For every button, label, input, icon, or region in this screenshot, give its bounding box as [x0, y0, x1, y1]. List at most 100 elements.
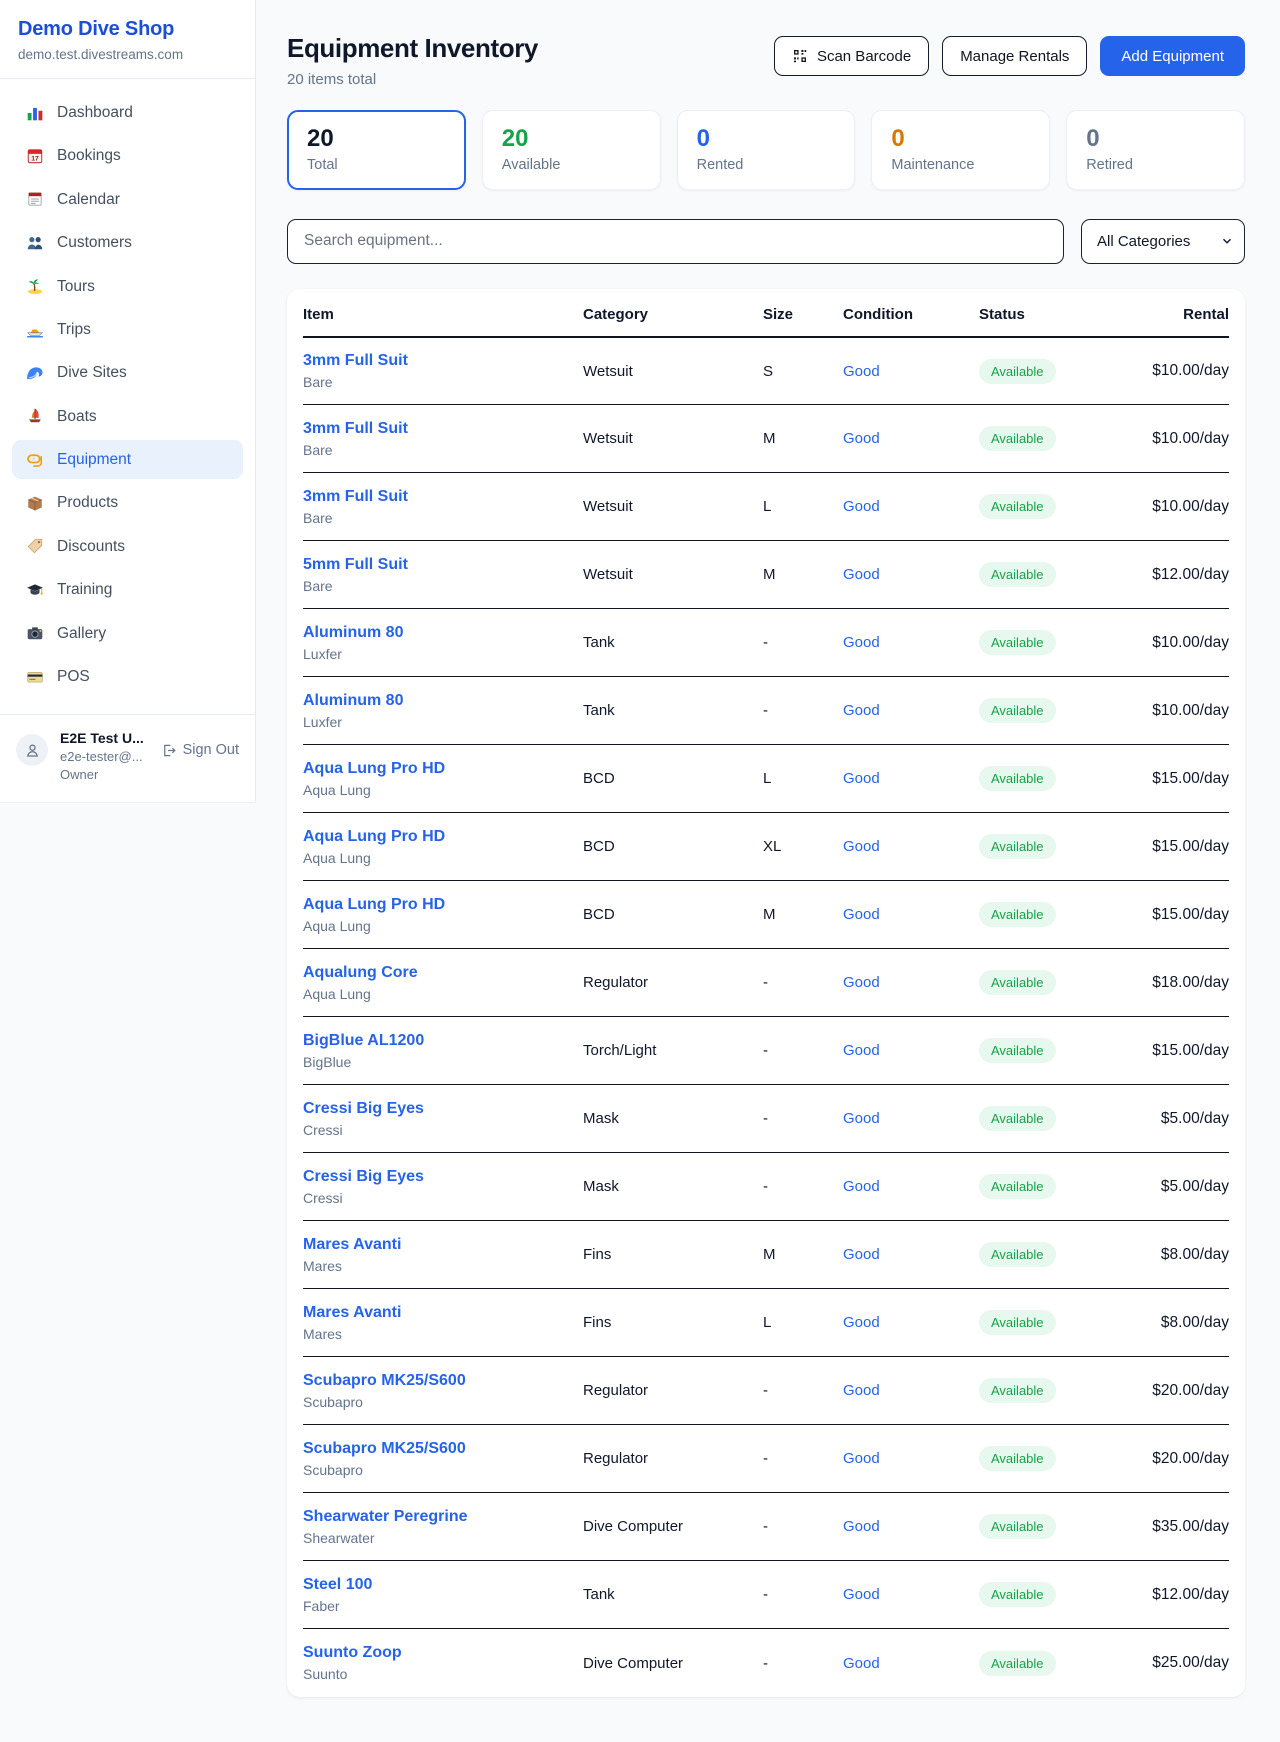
sidebar-item-label: Customers [57, 233, 132, 252]
item-name-link[interactable]: Scubapro MK25/S600 [303, 1440, 466, 1458]
item-category: BCD [583, 813, 763, 881]
item-condition-link[interactable]: Good [843, 1382, 880, 1399]
item-condition-link[interactable]: Good [843, 1450, 880, 1467]
category-select[interactable]: All Categories [1081, 219, 1245, 264]
sidebar-item-dive-sites[interactable]: Dive Sites [12, 353, 243, 392]
item-category: Regulator [583, 1357, 763, 1425]
search-input[interactable] [287, 219, 1064, 264]
item-condition-link[interactable]: Good [843, 430, 880, 447]
item-name-link[interactable]: 3mm Full Suit [303, 352, 408, 370]
item-name-link[interactable]: BigBlue AL1200 [303, 1032, 424, 1050]
avatar [16, 734, 48, 766]
item-condition-link[interactable]: Good [843, 906, 880, 923]
table-row: Aluminum 80 Luxfer Tank - Good Available… [303, 677, 1229, 745]
item-name-link[interactable]: 3mm Full Suit [303, 420, 408, 438]
sidebar-item-pos[interactable]: POS [12, 657, 243, 696]
item-size: L [763, 473, 843, 541]
item-condition-link[interactable]: Good [843, 1518, 880, 1535]
svg-text:17: 17 [31, 156, 39, 163]
stat-card-total[interactable]: 20 Total [287, 110, 466, 190]
sign-out-button[interactable]: Sign Out [161, 742, 239, 758]
sidebar-item-products[interactable]: Products [12, 483, 243, 522]
sailboat-icon [26, 407, 44, 425]
sidebar-item-training[interactable]: Training [12, 570, 243, 609]
item-name-link[interactable]: Aluminum 80 [303, 624, 403, 642]
item-name-link[interactable]: 3mm Full Suit [303, 488, 408, 506]
item-size: S [763, 337, 843, 405]
stat-card-maintenance[interactable]: 0 Maintenance [871, 110, 1050, 190]
sidebar-item-calendar[interactable]: Calendar [12, 180, 243, 219]
item-condition-link[interactable]: Good [843, 1246, 880, 1263]
sidebar-item-label: Trips [57, 320, 91, 339]
sidebar-item-gallery[interactable]: Gallery [12, 614, 243, 653]
item-condition-link[interactable]: Good [843, 770, 880, 787]
item-condition-link[interactable]: Good [843, 566, 880, 583]
item-condition-link[interactable]: Good [843, 1110, 880, 1127]
manage-rentals-button[interactable]: Manage Rentals [942, 36, 1087, 76]
sidebar-item-label: Products [57, 493, 118, 512]
item-rental: $15.00/day [1129, 813, 1229, 881]
sidebar-item-customers[interactable]: Customers [12, 223, 243, 262]
item-rental: $12.00/day [1129, 1561, 1229, 1629]
item-name-link[interactable]: Suunto Zoop [303, 1644, 402, 1662]
item-category: Regulator [583, 949, 763, 1017]
scan-barcode-button[interactable]: Scan Barcode [774, 36, 929, 76]
item-condition-link[interactable]: Good [843, 634, 880, 651]
sidebar-item-discounts[interactable]: Discounts [12, 527, 243, 566]
stat-card-retired[interactable]: 0 Retired [1066, 110, 1245, 190]
item-rental: $35.00/day [1129, 1493, 1229, 1561]
item-brand: Faber [303, 1598, 583, 1614]
item-name-link[interactable]: Mares Avanti [303, 1236, 401, 1254]
item-condition-link[interactable]: Good [843, 974, 880, 991]
item-category: Tank [583, 609, 763, 677]
item-name-link[interactable]: Steel 100 [303, 1576, 372, 1594]
sidebar-item-boats[interactable]: Boats [12, 397, 243, 436]
shop-name[interactable]: Demo Dive Shop [18, 18, 237, 41]
item-name-link[interactable]: Scubapro MK25/S600 [303, 1372, 466, 1390]
stat-card-rented[interactable]: 0 Rented [677, 110, 856, 190]
item-condition-link[interactable]: Good [843, 1178, 880, 1195]
item-condition-link[interactable]: Good [843, 838, 880, 855]
table-row: Scubapro MK25/S600 Scubapro Regulator - … [303, 1357, 1229, 1425]
item-name-link[interactable]: Aqua Lung Pro HD [303, 828, 445, 846]
sidebar-item-trips[interactable]: Trips [12, 310, 243, 349]
status-badge: Available [979, 1174, 1056, 1199]
item-condition-link[interactable]: Good [843, 1042, 880, 1059]
item-condition-link[interactable]: Good [843, 1586, 880, 1603]
item-name-link[interactable]: Aqua Lung Pro HD [303, 896, 445, 914]
item-brand: Suunto [303, 1666, 583, 1682]
item-condition-link[interactable]: Good [843, 498, 880, 515]
item-category: Dive Computer [583, 1629, 763, 1697]
sidebar-item-dashboard[interactable]: Dashboard [12, 93, 243, 132]
item-condition-link[interactable]: Good [843, 363, 880, 380]
status-badge: Available [979, 630, 1056, 655]
item-name-link[interactable]: Aqualung Core [303, 964, 418, 982]
item-name-link[interactable]: Cressi Big Eyes [303, 1100, 424, 1118]
item-condition-link[interactable]: Good [843, 1314, 880, 1331]
add-equipment-button[interactable]: Add Equipment [1100, 36, 1245, 76]
speedboat-icon [26, 321, 44, 339]
item-size: - [763, 1493, 843, 1561]
item-name-link[interactable]: Aqua Lung Pro HD [303, 760, 445, 778]
sidebar-item-equipment[interactable]: Equipment [12, 440, 243, 479]
item-name-link[interactable]: Shearwater Peregrine [303, 1508, 468, 1526]
item-condition-link[interactable]: Good [843, 702, 880, 719]
item-rental: $15.00/day [1129, 745, 1229, 813]
sidebar-header: Demo Dive Shop demo.test.divestreams.com [0, 0, 255, 79]
item-condition-link[interactable]: Good [843, 1655, 880, 1672]
item-brand: Cressi [303, 1190, 583, 1206]
item-name-link[interactable]: Cressi Big Eyes [303, 1168, 424, 1186]
page-header: Equipment Inventory 20 items total Scan … [287, 34, 1245, 88]
box-icon [26, 494, 44, 512]
palm-island-icon [26, 277, 44, 295]
status-badge: Available [979, 970, 1056, 995]
stat-card-available[interactable]: 20 Available [482, 110, 661, 190]
item-name-link[interactable]: 5mm Full Suit [303, 556, 408, 574]
item-size: - [763, 1357, 843, 1425]
item-name-link[interactable]: Aluminum 80 [303, 692, 403, 710]
sidebar-item-tours[interactable]: Tours [12, 267, 243, 306]
item-name-link[interactable]: Mares Avanti [303, 1304, 401, 1322]
user-email: e2e-tester@... [60, 749, 144, 764]
sidebar-item-bookings[interactable]: 17 Bookings [12, 136, 243, 175]
item-size: M [763, 881, 843, 949]
